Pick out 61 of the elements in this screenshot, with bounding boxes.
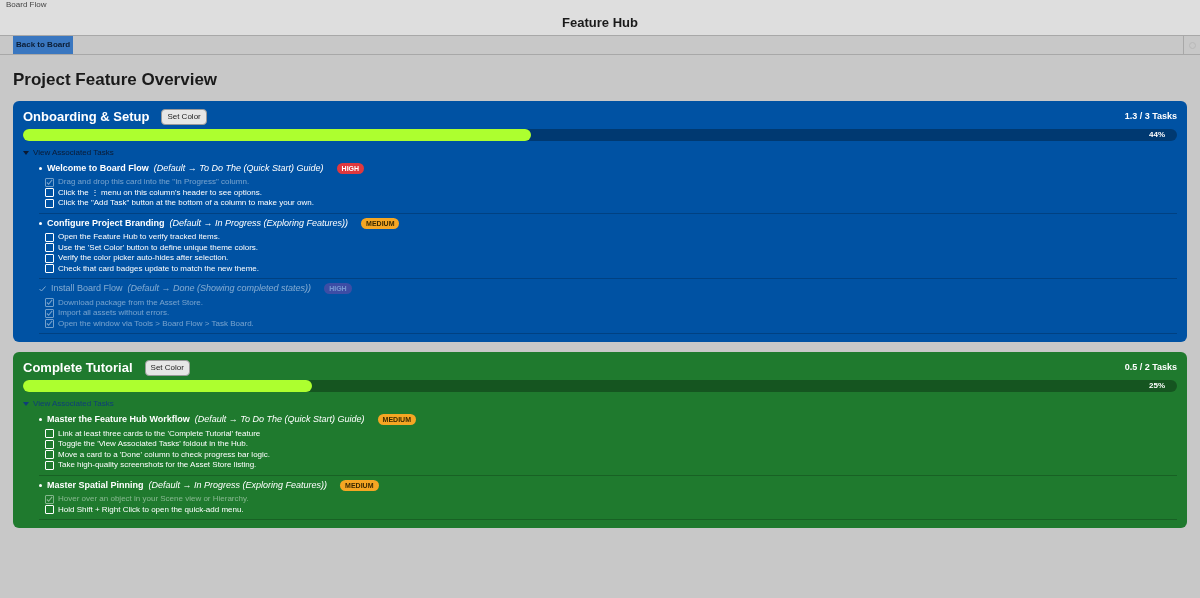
check-icon bbox=[39, 285, 46, 292]
task-title: Master the Feature Hub Workflow bbox=[47, 413, 190, 426]
subtask-text: Move a card to a 'Done' column to check progress bar logic. bbox=[58, 449, 271, 460]
back-button[interactable]: Back to Board bbox=[13, 36, 74, 54]
task-progress-count: 1.3 / 3 Tasks bbox=[1124, 109, 1177, 123]
subtask-text: Check that card badges update to match the new theme. bbox=[58, 263, 259, 274]
feature-title: Onboarding & Setup bbox=[23, 107, 150, 126]
subtask-text: Click the "Add Task" button at the bottom of a column to make your own. bbox=[58, 198, 314, 209]
checkbox[interactable] bbox=[45, 232, 54, 242]
checked-checkbox[interactable] bbox=[45, 308, 54, 318]
task-title: Install Board Flow bbox=[51, 282, 123, 295]
set-color-button[interactable]: Set Color bbox=[161, 108, 207, 125]
checkbox[interactable] bbox=[45, 450, 54, 460]
checkbox[interactable] bbox=[45, 188, 54, 198]
checkbox[interactable] bbox=[45, 460, 54, 470]
bullet-icon bbox=[39, 166, 42, 170]
subtask-text: Hover over an object in your Scene view or Hierarchy. bbox=[58, 494, 249, 505]
subtask-text: Verify the color picker auto-hides after selection. bbox=[58, 253, 229, 264]
progress-percent: 44% bbox=[1149, 128, 1165, 141]
caret-down-icon bbox=[23, 149, 29, 156]
task-title: Welcome to Board Flow bbox=[47, 161, 149, 175]
window-title: Feature Hub bbox=[562, 14, 638, 32]
task-column-path: (Default → In Progress (Exploring Features)) bbox=[169, 216, 349, 230]
checkbox[interactable] bbox=[45, 243, 54, 253]
checkbox[interactable] bbox=[45, 264, 54, 274]
subtask-text: Open the Feature Hub to verify tracked items. bbox=[58, 232, 220, 243]
bullet-icon bbox=[39, 221, 42, 225]
window-tab-title[interactable]: Board Flow bbox=[6, 0, 47, 9]
page-title: Project Feature Overview bbox=[13, 69, 219, 91]
caret-down-icon bbox=[23, 401, 29, 407]
checkbox[interactable] bbox=[45, 253, 54, 263]
checked-checkbox[interactable] bbox=[45, 177, 54, 187]
subtask-text: Download package from the Asset Store. bbox=[58, 297, 203, 308]
checkbox[interactable] bbox=[45, 198, 54, 208]
task-column-path: (Default → In Progress (Exploring Features)) bbox=[148, 478, 328, 492]
subtask-text: Click the ⋮ menu on this column's header to see options. bbox=[58, 187, 262, 198]
checkbox[interactable] bbox=[45, 429, 54, 439]
subtask-text: Link at least three cards to the 'Complete Tutorial' feature bbox=[58, 428, 261, 439]
subtask-text: Drag and drop this card into the "In Progress" column. bbox=[58, 177, 250, 188]
subtask-text: Toggle the 'View Associated Tasks' foldout in the Hub. bbox=[58, 439, 248, 450]
checked-checkbox[interactable] bbox=[45, 494, 54, 504]
checked-checkbox[interactable] bbox=[45, 298, 54, 308]
subtask-text: Use the 'Set Color' button to define unique theme colors. bbox=[58, 242, 259, 253]
set-color-button[interactable]: Set Color bbox=[144, 360, 190, 376]
task-progress-count: 0.5 / 2 Tasks bbox=[1124, 361, 1177, 375]
task-title: Master Spatial Pinning bbox=[47, 478, 144, 492]
checked-checkbox[interactable] bbox=[45, 319, 54, 329]
task-column-path: (Default → To Do The (Quick Start) Guide) bbox=[194, 413, 365, 426]
subtask-text: Take high-quality screenshots for the Asset Store listing. bbox=[58, 460, 257, 471]
subtask-text: Open the window via Tools > Board Flow > Task Board. bbox=[58, 318, 254, 329]
subtask-text: Hold Shift + Right Click to open the quick-add menu. bbox=[58, 504, 244, 515]
bullet-icon bbox=[39, 418, 42, 422]
bullet-icon bbox=[39, 483, 42, 487]
feature-title: Complete Tutorial bbox=[23, 359, 133, 378]
subtask-text: Import all assets without errors. bbox=[58, 308, 170, 319]
checkbox[interactable] bbox=[45, 439, 54, 449]
task-column-path: (Default → Done (Showing completed states)) bbox=[127, 282, 312, 295]
progress-percent: 25% bbox=[1149, 380, 1165, 392]
checkbox[interactable] bbox=[45, 505, 54, 515]
task-column-path: (Default → To Do The (Quick Start) Guide) bbox=[153, 161, 324, 175]
task-title: Configure Project Branding bbox=[47, 216, 165, 230]
